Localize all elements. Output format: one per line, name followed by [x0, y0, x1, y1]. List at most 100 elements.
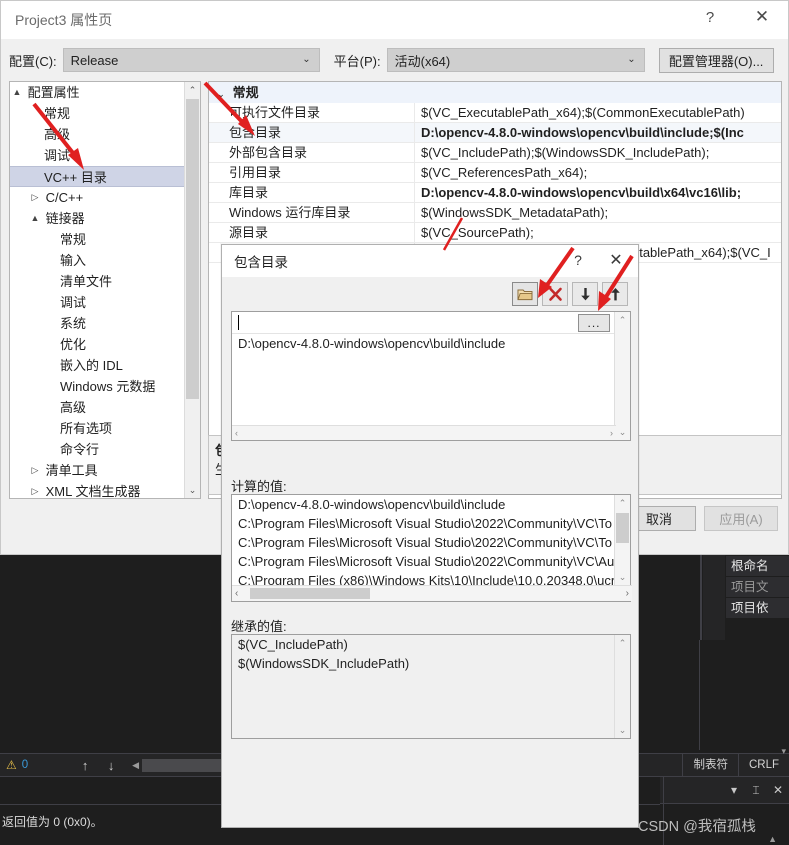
property-value[interactable]: D:\opencv-4.8.0-windows\opencv\build\inc… [414, 123, 781, 142]
close-button[interactable]: ✕ [740, 1, 784, 33]
new-folder-button[interactable] [512, 282, 538, 306]
config-label: 配置(C): [9, 53, 57, 69]
tree-item-linker-system[interactable]: 系统 [10, 313, 200, 334]
tree-item-general[interactable]: 常规 [10, 103, 200, 124]
scroll-left-icon[interactable]: ‹ [235, 428, 238, 438]
evaluated-hscroll-thumb[interactable] [250, 588, 370, 599]
property-row[interactable]: 源目录 $(VC_SourcePath); [209, 223, 781, 243]
scroll-down-icon[interactable]: ⌄ [615, 722, 630, 738]
scroll-down-icon[interactable]: ⌄ [185, 482, 200, 498]
tree-item-linker-optimization[interactable]: 优化 [10, 334, 200, 355]
listbox-horizontal-scrollbar[interactable]: ‹ › [232, 425, 616, 440]
evaluated-value-line: C:\Program Files\Microsoft Visual Studio… [238, 535, 613, 550]
tree-item-vcpp-directories[interactable]: VC++ 目录 [10, 166, 200, 187]
dialog-close-button[interactable]: ✕ [598, 245, 634, 275]
tree-item-linker-command-line[interactable]: 命令行 [10, 439, 200, 460]
property-row[interactable]: 库目录 D:\opencv-4.8.0-windows\opencv\build… [209, 183, 781, 203]
tree-item-linker-winmd[interactable]: Windows 元数据 [10, 376, 200, 397]
scroll-up-icon[interactable]: ⌃ [615, 312, 630, 328]
delete-button[interactable] [542, 282, 568, 306]
property-value[interactable]: $(WindowsSDK_MetadataPath); [414, 203, 781, 222]
browse-ellipsis-button[interactable]: ... [578, 314, 610, 332]
scroll-down-icon[interactable]: ⌄ [615, 569, 630, 585]
tree-scrollbar[interactable]: ⌃ ⌄ [184, 82, 200, 498]
close-icon[interactable]: ✕ [767, 783, 789, 797]
tree-item-linker-manifest[interactable]: 清单文件 [10, 271, 200, 292]
scroll-up-icon[interactable]: ⌃ [185, 82, 200, 98]
listbox-vertical-scrollbar[interactable]: ⌃ ⌄ [614, 312, 630, 440]
evaluated-values-box[interactable]: D:\opencv-4.8.0-windows\opencv\build\inc… [231, 494, 632, 602]
tree-item-label: 嵌入的 IDL [60, 358, 123, 373]
chevron-down-icon[interactable]: ▾ [723, 783, 745, 797]
twisty-icon[interactable]: ▷ [28, 460, 42, 481]
move-down-button[interactable] [572, 282, 598, 306]
ide-panel-divider-2 [699, 640, 700, 750]
property-value[interactable]: $(VC_SourcePath); [414, 223, 781, 242]
scroll-up-icon[interactable]: ⌃ [615, 495, 630, 511]
tree-item-config-properties[interactable]: ▲ 配置属性 [10, 82, 200, 103]
scroll-caret-top-icon[interactable]: ▾ [781, 746, 786, 757]
hscroll-left-icon[interactable]: ◀ [132, 760, 139, 771]
twisty-icon[interactable]: ▷ [28, 187, 42, 208]
property-row[interactable]: 引用目录 $(VC_ReferencesPath_x64); [209, 163, 781, 183]
scroll-left-icon[interactable]: ‹ [235, 588, 238, 599]
nav-down-icon[interactable]: ↓ [98, 758, 124, 773]
property-value[interactable]: $(VC_ReferencesPath_x64); [414, 163, 781, 182]
tree-item-label: XML 文档生成器 [45, 484, 141, 499]
property-value[interactable]: D:\opencv-4.8.0-windows\opencv\build\x64… [414, 183, 781, 202]
dark-prop-row[interactable]: 根命名 [726, 556, 789, 577]
settings-tree[interactable]: ▲ 配置属性 常规 高级 调试 VC++ 目录 ▷ C/C++ ▲ 链接器 常规… [9, 81, 201, 499]
property-row[interactable]: 可执行文件目录 $(VC_ExecutablePath_x64);$(Commo… [209, 103, 781, 123]
property-row[interactable]: Windows 运行库目录 $(WindowsSDK_MetadataPath)… [209, 203, 781, 223]
scroll-caret-bottom-icon[interactable]: ▲ [768, 834, 777, 844]
dark-prop-row[interactable]: 项目文 [726, 577, 789, 598]
property-row[interactable]: 外部包含目录 $(VC_IncludePath);$(WindowsSDK_In… [209, 143, 781, 163]
dark-prop-row[interactable]: 项目依 [726, 598, 789, 619]
tree-item-debug[interactable]: 调试 [10, 145, 200, 166]
twisty-icon[interactable]: ▲ [10, 82, 24, 103]
tree-item-linker-debug[interactable]: 调试 [10, 292, 200, 313]
pin-icon[interactable]: ⌶ [745, 783, 767, 798]
encoding-cell[interactable]: 制表符 [682, 753, 738, 777]
evaluated-vertical-scrollbar[interactable]: ⌃ ⌄ [614, 495, 630, 585]
property-group-header[interactable]: ⌄ 常规 [209, 82, 781, 103]
move-up-button[interactable] [602, 282, 628, 306]
warning-icon: ⚠ [6, 758, 17, 772]
inherited-vertical-scrollbar[interactable]: ⌃ ⌄ [614, 635, 630, 738]
scroll-right-icon[interactable]: › [626, 588, 629, 599]
tree-item-linker-general[interactable]: 常规 [10, 229, 200, 250]
config-combobox[interactable]: Release ⌄ [62, 48, 320, 72]
directory-list-item[interactable]: D:\opencv-4.8.0-windows\opencv\build\inc… [232, 334, 630, 354]
tree-item-c-cpp[interactable]: ▷ C/C++ [10, 187, 200, 208]
help-button[interactable]: ? [688, 1, 732, 33]
config-manager-button[interactable]: 配置管理器(O)... [658, 47, 774, 73]
tree-item-linker-input[interactable]: 输入 [10, 250, 200, 271]
tree-item-advanced[interactable]: 高级 [10, 124, 200, 145]
propwin-apply-button[interactable]: 应用(A) [704, 506, 778, 531]
twisty-icon[interactable]: ▷ [28, 481, 42, 498]
scroll-right-icon[interactable]: › [610, 428, 613, 438]
chevron-down-icon: ⌄ [302, 54, 311, 65]
directory-edit-row[interactable]: ... [232, 312, 630, 334]
tree-item-manifest-tool[interactable]: ▷ 清单工具 [10, 460, 200, 481]
tree-item-linker-all-options[interactable]: 所有选项 [10, 418, 200, 439]
directories-listbox[interactable]: ... D:\opencv-4.8.0-windows\opencv\build… [231, 311, 631, 441]
evaluated-horizontal-scrollbar[interactable]: ‹ › [232, 585, 632, 601]
tree-item-linker-embedded-idl[interactable]: 嵌入的 IDL [10, 355, 200, 376]
platform-combobox[interactable]: 活动(x64) ⌄ [386, 48, 645, 72]
property-value[interactable]: $(VC_ExecutablePath_x64);$(CommonExecuta… [414, 103, 781, 122]
evaluated-scroll-thumb[interactable] [616, 513, 629, 543]
tree-scrollbar-thumb[interactable] [186, 99, 199, 399]
tree-item-xml-doc-generator[interactable]: ▷ XML 文档生成器 [10, 481, 200, 499]
twisty-icon[interactable]: ▲ [28, 208, 42, 229]
tree-item-linker[interactable]: ▲ 链接器 [10, 208, 200, 229]
inherited-value-line: $(VC_IncludePath) [238, 637, 348, 652]
property-value[interactable]: $(VC_IncludePath);$(WindowsSDK_IncludePa… [414, 143, 781, 162]
tree-item-linker-advanced[interactable]: 高级 [10, 397, 200, 418]
scroll-down-icon[interactable]: ⌄ [615, 424, 630, 440]
dialog-help-button[interactable]: ? [560, 245, 596, 275]
nav-up-icon[interactable]: ↑ [72, 758, 98, 773]
property-row[interactable]: 包含目录 D:\opencv-4.8.0-windows\opencv\buil… [209, 123, 781, 143]
chevron-down-icon[interactable]: ⌄ [213, 84, 229, 105]
scroll-up-icon[interactable]: ⌃ [615, 635, 630, 651]
